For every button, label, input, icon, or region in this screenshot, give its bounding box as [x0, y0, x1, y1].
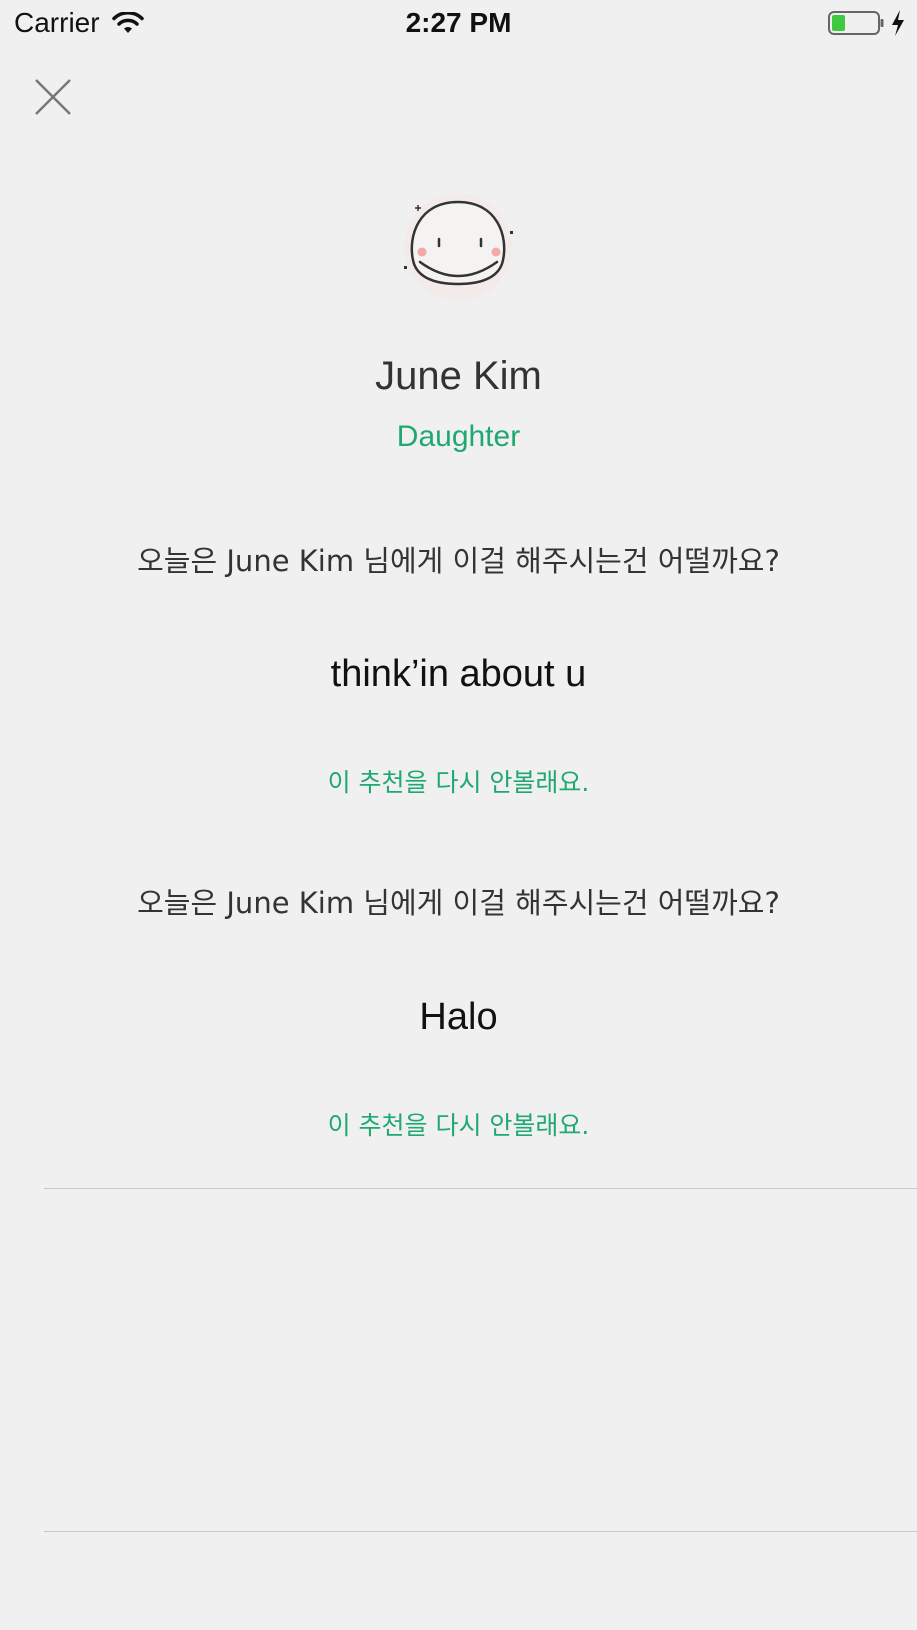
recommendation-question: 오늘은 June Kim 님에게 이걸 해주시는건 어떨까요? — [137, 544, 780, 578]
recommendation-title: Halo — [419, 996, 498, 1038]
smiley-face-icon — [400, 192, 518, 301]
battery-icon — [828, 10, 884, 41]
status-time: 2:27 PM — [405, 7, 512, 38]
section-divider — [44, 1188, 917, 1189]
recommendation-screen: Carrier 2:27 PM June Kim Daughter 오늘은 Ju… — [0, 0, 917, 1630]
charging-bolt-icon — [890, 10, 906, 41]
recommendation-title: think’in about u — [330, 653, 587, 695]
profile-relation: Daughter — [396, 420, 521, 453]
close-button[interactable] — [30, 74, 76, 120]
dismiss-recommendation-row: 이 추천을 다시 안볼래요. — [0, 1106, 917, 1142]
dismiss-recommendation-button[interactable]: 이 추천을 다시 안볼래요. — [328, 768, 590, 797]
recommendation-question: 오늘은 June Kim 님에게 이걸 해주시는건 어떨까요? — [137, 886, 780, 920]
dismiss-recommendation-button[interactable]: 이 추천을 다시 안볼래요. — [328, 1111, 590, 1140]
status-bar: Carrier 2:27 PM — [0, 0, 917, 46]
dismiss-recommendation-row: 이 추천을 다시 안볼래요. — [0, 763, 917, 799]
close-icon — [35, 79, 71, 115]
bottom-divider — [44, 1531, 917, 1532]
profile-name: June Kim — [375, 354, 542, 398]
